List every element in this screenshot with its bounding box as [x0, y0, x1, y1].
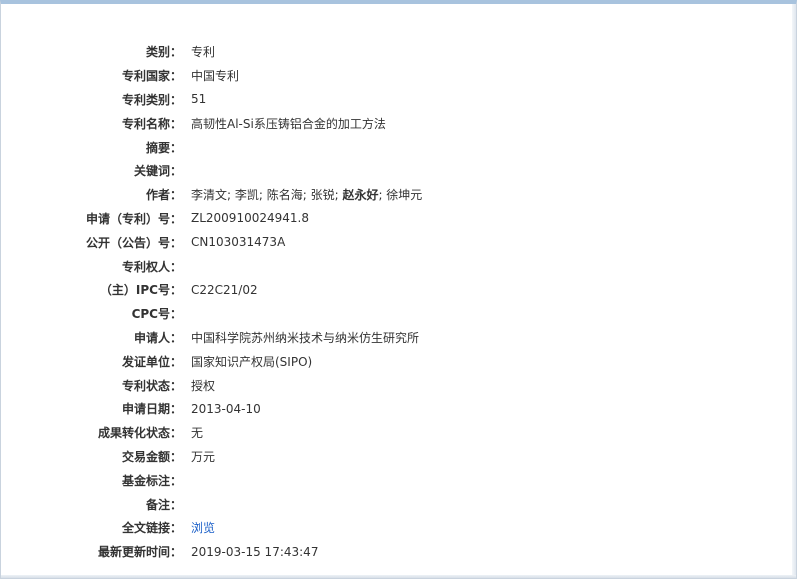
applicant-label: 申请人：: [133, 330, 182, 345]
row-transfer-status: 成果转化状态： 无: [1, 421, 422, 445]
abstract-label: 摘要：: [145, 140, 182, 155]
row-applicant: 申请人： 中国科学院苏州纳米技术与纳米仿生研究所: [1, 326, 422, 350]
issuing-authority-value: 国家知识产权局(SIPO): [191, 354, 313, 369]
transfer-status-value: 无: [191, 426, 204, 441]
row-patent-name: 专利名称： 高韧性Al-Si系压铸铝合金的加工方法: [1, 111, 422, 135]
last-updated-label: 最新更新时间：: [97, 545, 182, 560]
row-authors: 作者： 李清文; 李凯; 陈名海; 张锐; 赵永好; 徐坤元: [1, 183, 422, 207]
full-text-link-cell: 浏览: [182, 516, 422, 540]
cpc-number-value: [182, 302, 422, 326]
patent-detail-table: 类别： 专利 专利国家： 中国专利 专利类别： 51 专利名称： 高韧性Al-S…: [1, 40, 422, 564]
abstract-value: [182, 135, 422, 159]
patentee-label: 专利权人：: [121, 259, 182, 274]
patent-status-label: 专利状态：: [121, 378, 182, 393]
patent-status-value: 授权: [191, 378, 216, 393]
row-cpc-number: CPC号：: [1, 302, 422, 326]
row-application-number: 申请（专利）号： ZL200910024941.8: [1, 207, 422, 231]
panel-shadow-right: [792, 4, 796, 578]
row-fund-annotation: 基金标注：: [1, 468, 422, 492]
issuing-authority-label: 发证单位：: [121, 354, 182, 369]
panel-shadow-bottom: [1, 575, 796, 578]
row-remarks: 备注：: [1, 492, 422, 516]
row-patent-status: 专利状态： 授权: [1, 373, 422, 397]
patent-type-value: 51: [191, 92, 207, 107]
category-value: 专利: [191, 45, 216, 60]
last-updated-value: 2019-03-15 17:43:47: [191, 544, 319, 559]
application-date-value: 2013-04-10: [191, 401, 261, 416]
row-issuing-authority: 发证单位： 国家知识产权局(SIPO): [1, 349, 422, 373]
row-category: 类别： 专利: [1, 40, 422, 64]
remarks-value: [182, 492, 422, 516]
patent-country-label: 专利国家：: [121, 69, 182, 84]
keywords-value: [182, 159, 422, 183]
fund-annotation-value: [182, 468, 422, 492]
application-date-label: 申请日期：: [121, 402, 182, 417]
transaction-amount-value: 万元: [191, 449, 216, 464]
row-patentee: 专利权人：: [1, 254, 422, 278]
applicant-value: 中国科学院苏州纳米技术与纳米仿生研究所: [191, 330, 420, 345]
row-abstract: 摘要：: [1, 135, 422, 159]
patent-name-value: 高韧性Al-Si系压铸铝合金的加工方法: [191, 116, 386, 131]
transfer-status-label: 成果转化状态：: [97, 426, 182, 441]
row-ipc-number: （主）IPC号： C22C21/02: [1, 278, 422, 302]
ipc-number-label: （主）IPC号：: [99, 283, 182, 298]
row-transaction-amount: 交易金额： 万元: [1, 445, 422, 469]
authors-label: 作者：: [145, 188, 182, 203]
row-publication-number: 公开（公告）号： CN103031473A: [1, 230, 422, 254]
row-full-text-link: 全文链接： 浏览: [1, 516, 422, 540]
record-panel: 类别： 专利 专利国家： 中国专利 专利类别： 51 专利名称： 高韧性Al-S…: [0, 0, 797, 579]
row-patent-type: 专利类别： 51: [1, 88, 422, 112]
authors-part-3: ; 徐坤元: [378, 188, 423, 203]
authors-part-2: 赵永好: [342, 188, 379, 203]
remarks-label: 备注：: [145, 497, 182, 512]
ipc-number-value: C22C21/02: [191, 282, 258, 297]
category-label: 类别：: [145, 45, 182, 60]
keywords-label: 关键词：: [133, 164, 182, 179]
application-number-label: 申请（专利）号：: [85, 211, 182, 226]
patent-type-label: 专利类别：: [121, 92, 182, 107]
publication-number-value: CN103031473A: [191, 235, 286, 250]
full-text-link-label: 全文链接：: [121, 521, 182, 536]
browse-link[interactable]: 浏览: [191, 521, 215, 535]
row-application-date: 申请日期： 2013-04-10: [1, 397, 422, 421]
patent-name-label: 专利名称：: [121, 116, 182, 131]
row-last-updated: 最新更新时间： 2019-03-15 17:43:47: [1, 540, 422, 564]
cpc-number-label: CPC号：: [131, 307, 182, 322]
fund-annotation-label: 基金标注：: [121, 473, 182, 488]
publication-number-label: 公开（公告）号：: [85, 235, 182, 250]
row-patent-country: 专利国家： 中国专利: [1, 64, 422, 88]
application-number-value: ZL200910024941.8: [191, 211, 309, 226]
authors-value: 李清文; 李凯; 陈名海; 张锐; 赵永好; 徐坤元: [182, 183, 422, 207]
patentee-value: [182, 254, 422, 278]
row-keywords: 关键词：: [1, 159, 422, 183]
patent-country-value: 中国专利: [191, 69, 240, 84]
authors-part-1: 李清文; 李凯; 陈名海; 张锐;: [191, 188, 343, 203]
transaction-amount-label: 交易金额：: [121, 449, 182, 464]
